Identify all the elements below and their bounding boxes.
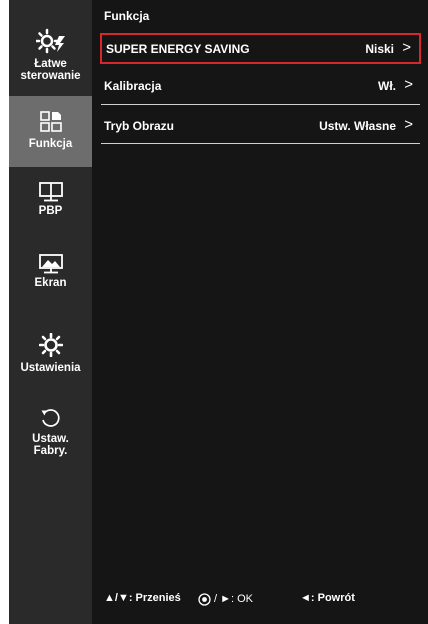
function-icon [39,111,62,132]
osd-window: Łatwe sterowanie Funkcja PBP Ekran Ustaw… [0,0,428,624]
ok-hint: / ►: OK [214,593,254,605]
pbp-icon [38,182,63,202]
sidebar-item-label: Ustaw. Fabry. [32,433,69,457]
sidebar-item-label: Łatwe sterowanie [20,58,81,82]
menu-item-label: Tryb Obrazu [104,119,175,133]
menu-item-value: Niski [365,42,394,56]
sidebar-item-screen[interactable]: Ekran [9,254,92,294]
main-panel: Funkcja SUPER ENERGY SAVING Niski > Kali… [92,0,428,624]
menu-item-value: Ustw. Własne [319,119,396,133]
menu-item-super-energy-saving[interactable]: SUPER ENERGY SAVING Niski > [100,33,421,64]
sidebar-item-label: Funkcja [28,138,73,150]
chevron-right-icon: > [404,116,413,133]
menu-item-value: Wł. [378,79,396,93]
sidebar-item-factory-reset[interactable]: Ustaw. Fabry. [9,407,92,467]
sidebar: Łatwe sterowanie Funkcja PBP Ekran Ustaw… [9,0,92,624]
chevron-right-icon: > [402,39,411,56]
sidebar-item-label: Ustawienia [20,362,81,374]
divider [101,143,420,144]
sidebar-item-easy-control[interactable]: Łatwe sterowanie [9,28,92,90]
menu-item-picture-mode[interactable]: Tryb Obrazu Ustw. Własne > [100,112,421,138]
sidebar-item-pbp[interactable]: PBP [9,182,92,222]
joystick-button-icon [198,593,211,606]
back-hint: ◄: Powrót [300,592,355,604]
move-hint: ▲/▼: Przenieś [104,592,181,604]
factory-reset-icon [41,409,60,427]
chevron-right-icon: > [404,76,413,93]
menu-item-calibration[interactable]: Kalibracja Wł. > [100,72,421,98]
easy-control-icon [35,28,65,54]
menu-item-label: SUPER ENERGY SAVING [106,42,250,56]
page-title: Funkcja [104,9,150,23]
divider [101,104,420,105]
sidebar-item-settings[interactable]: Ustawienia [9,333,92,377]
screen-icon [38,254,63,274]
sidebar-item-label: Ekran [34,277,67,289]
sidebar-item-function[interactable]: Funkcja [9,96,92,167]
settings-icon [38,333,63,357]
menu-item-label: Kalibracja [104,79,162,93]
sidebar-item-label: PBP [38,205,63,217]
